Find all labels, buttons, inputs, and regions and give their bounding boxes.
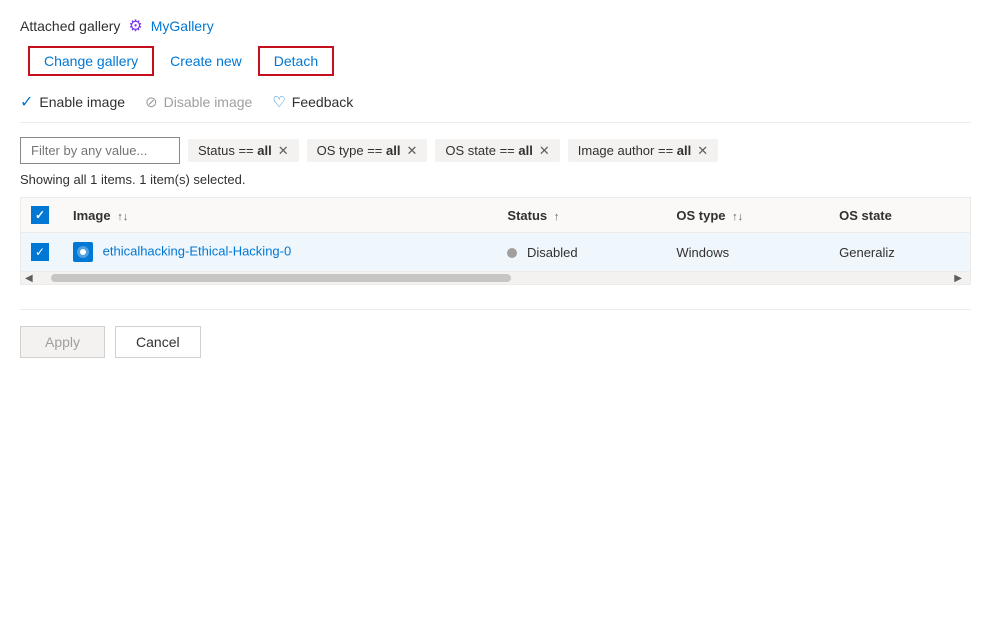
- disable-icon: ⊘: [145, 93, 158, 111]
- select-all-checkbox[interactable]: ✓: [31, 206, 49, 224]
- apply-button[interactable]: Apply: [20, 326, 105, 358]
- row-image-cell: ethicalhacking-Ethical-Hacking-0: [61, 233, 495, 272]
- table-row: ✓ ethicalhacking-Ethical-Hacking-0 Disab: [21, 233, 970, 272]
- col-image: Image ↑↓: [61, 198, 495, 233]
- heart-icon: ♡: [272, 93, 285, 111]
- disable-image-label: Disable image: [164, 94, 253, 110]
- scroll-left-arrow[interactable]: ◀: [21, 273, 37, 284]
- create-new-button[interactable]: Create new: [166, 48, 246, 74]
- table-header-row: ✓ Image ↑↓ Status ↑ OS type ↑↓ OS state: [21, 198, 970, 233]
- col-os-state: OS state: [827, 198, 970, 233]
- attached-gallery-label: Attached gallery: [20, 18, 120, 34]
- horizontal-scrollbar[interactable]: ◀ ▶: [21, 272, 970, 284]
- row-os-type-text: Windows: [676, 245, 729, 260]
- col-os-state-label: OS state: [839, 208, 892, 223]
- toolbar-row: ✓ Enable image ⊘ Disable image ♡ Feedbac…: [20, 92, 971, 123]
- row-status-cell: Disabled: [495, 233, 664, 272]
- attached-gallery-header: Attached gallery ⚙ MyGallery: [20, 16, 971, 36]
- scroll-right-arrow[interactable]: ▶: [950, 273, 966, 284]
- filter-tag-os-type: OS type == all ✕: [307, 139, 428, 162]
- change-gallery-button[interactable]: Change gallery: [28, 46, 154, 76]
- showing-text: Showing all 1 items. 1 item(s) selected.: [20, 172, 245, 187]
- action-buttons-row: Change gallery Create new Detach: [28, 46, 971, 76]
- os-type-sort-icon[interactable]: ↑↓: [732, 211, 743, 223]
- col-os-type-label: OS type: [676, 208, 725, 223]
- detach-button[interactable]: Detach: [258, 46, 334, 76]
- col-os-type: OS type ↑↓: [664, 198, 827, 233]
- filter-input[interactable]: [20, 137, 180, 164]
- table-container: ✓ Image ↑↓ Status ↑ OS type ↑↓ OS state: [20, 197, 971, 285]
- filter-tag-status-close[interactable]: ✕: [278, 144, 289, 157]
- filter-tag-os-state-close[interactable]: ✕: [539, 144, 550, 157]
- header-checkbox-col: ✓: [21, 198, 61, 233]
- filter-tag-os-type-close[interactable]: ✕: [406, 144, 417, 157]
- status-dot-icon: [507, 248, 517, 258]
- image-sort-icon[interactable]: ↑↓: [117, 211, 128, 223]
- disable-image-button[interactable]: ⊘ Disable image: [145, 93, 252, 111]
- gallery-icon: ⚙: [128, 16, 142, 36]
- row-checkbox-cell: ✓: [21, 233, 61, 272]
- feedback-button[interactable]: ♡ Feedback: [272, 93, 353, 111]
- col-status-label: Status: [507, 208, 547, 223]
- row-os-type-cell: Windows: [664, 233, 827, 272]
- row-os-state-text: Generaliz: [839, 245, 895, 260]
- enable-image-button[interactable]: ✓ Enable image: [20, 92, 125, 112]
- row-checkbox[interactable]: ✓: [31, 243, 49, 261]
- col-status: Status ↑: [495, 198, 664, 233]
- gallery-name: MyGallery: [151, 18, 214, 34]
- filter-tag-image-author-close[interactable]: ✕: [697, 144, 708, 157]
- enable-image-label: Enable image: [39, 94, 125, 110]
- image-name-link[interactable]: ethicalhacking-Ethical-Hacking-0: [103, 243, 292, 258]
- bottom-buttons-row: Apply Cancel: [20, 309, 971, 358]
- filter-tag-os-state: OS state == all ✕: [435, 139, 559, 162]
- cancel-button[interactable]: Cancel: [115, 326, 201, 358]
- scrollbar-thumb[interactable]: [51, 274, 511, 282]
- col-image-label: Image: [73, 208, 111, 223]
- showing-row: Showing all 1 items. 1 item(s) selected.: [20, 172, 971, 187]
- status-sort-icon[interactable]: ↑: [554, 211, 560, 223]
- images-table: ✓ Image ↑↓ Status ↑ OS type ↑↓ OS state: [21, 198, 970, 272]
- filter-row: Status == all ✕ OS type == all ✕ OS stat…: [20, 137, 971, 164]
- row-status-text: Disabled: [527, 245, 578, 260]
- row-os-state-cell: Generaliz: [827, 233, 970, 272]
- image-thumbnail-icon: [73, 242, 93, 262]
- filter-tag-status: Status == all ✕: [188, 139, 299, 162]
- feedback-label: Feedback: [292, 94, 353, 110]
- filter-tag-image-author: Image author == all ✕: [568, 139, 718, 162]
- checkmark-icon: ✓: [20, 92, 33, 112]
